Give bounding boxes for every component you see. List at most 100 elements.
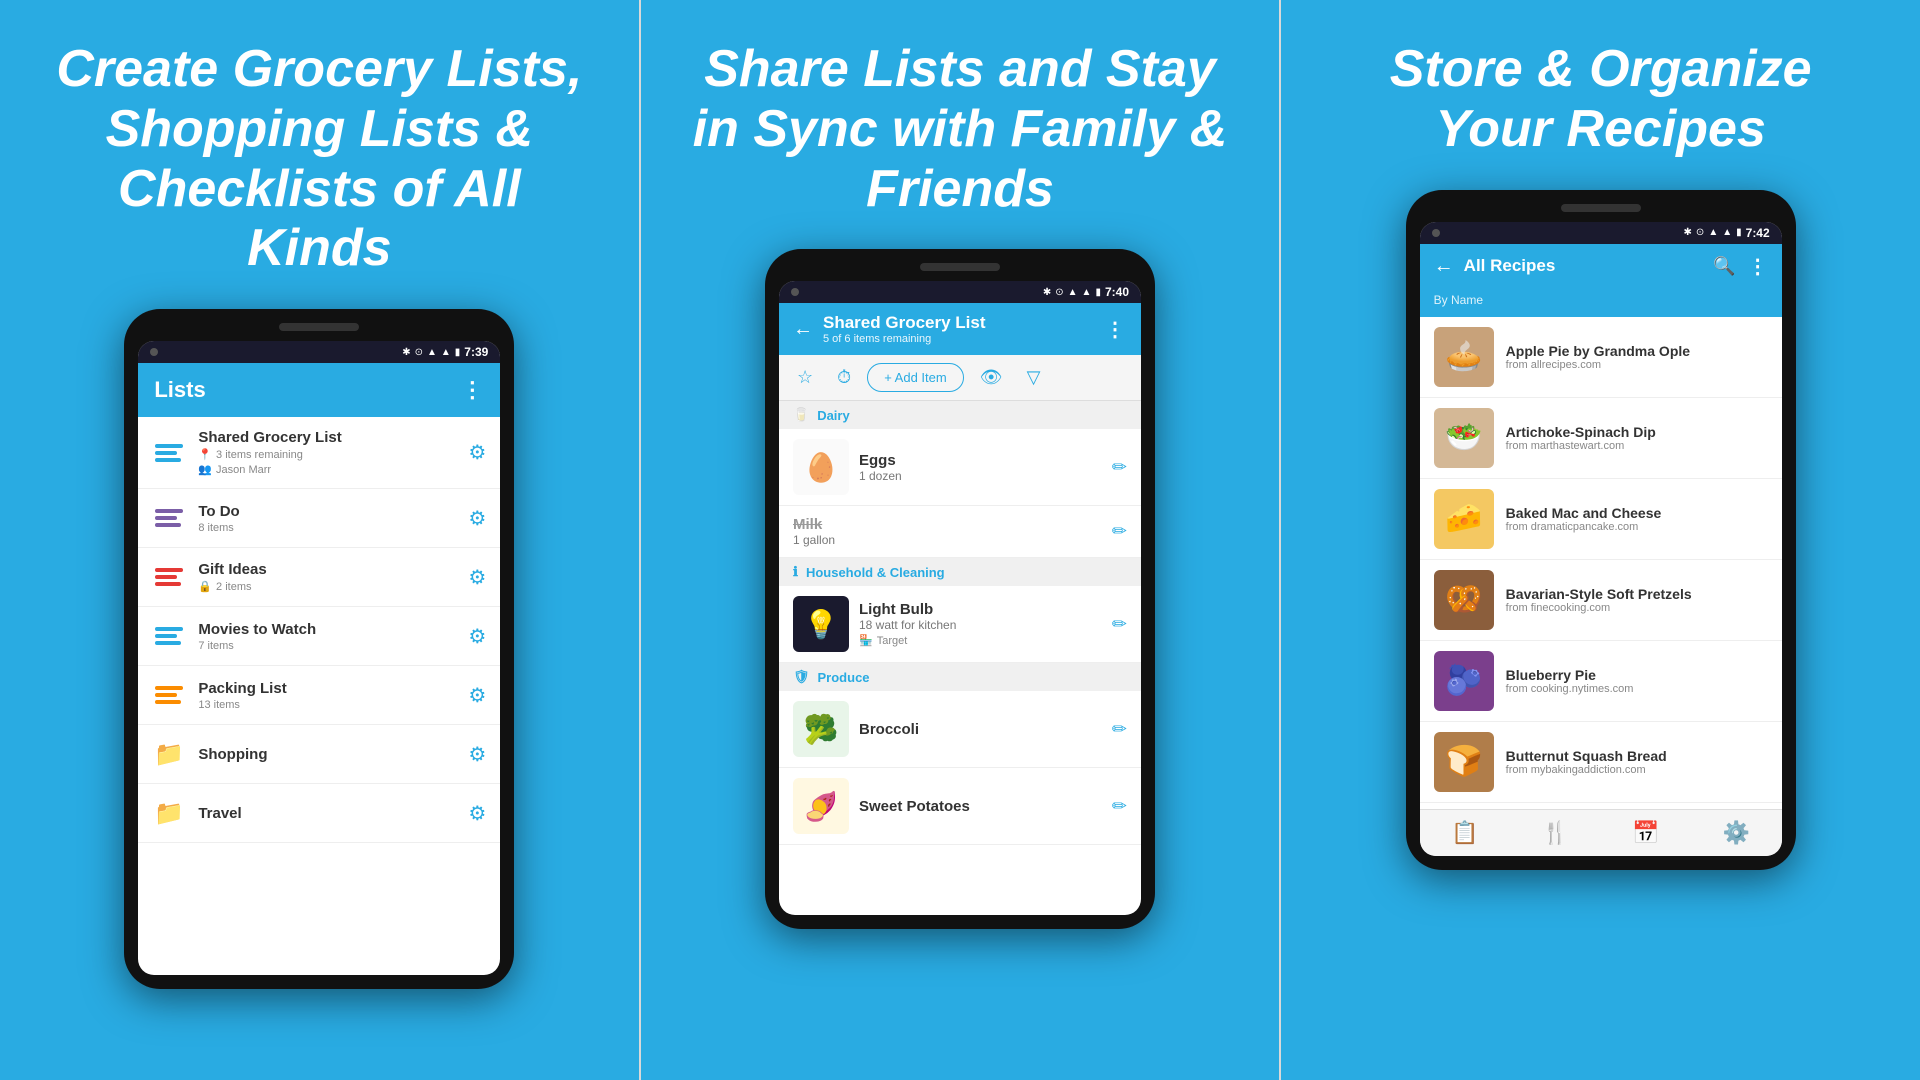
artichoke-thumb: 🥗 (1434, 408, 1494, 468)
gear-icon-shopping[interactable]: ⚙ (468, 742, 486, 767)
nav-recipes[interactable]: 🍴 (1542, 820, 1569, 846)
gear-icon-gift[interactable]: ⚙ (468, 565, 486, 590)
dairy-icon: 🥛 (793, 407, 809, 423)
title-block-3: All Recipes (1464, 256, 1714, 276)
list-item[interactable]: Packing List 13 items ⚙ (138, 666, 500, 725)
history-button[interactable]: ⏱ (829, 363, 859, 392)
user-icon: 👥 (198, 463, 212, 476)
gear-icon-shared-grocery[interactable]: ⚙ (468, 440, 486, 465)
bulb-edit-icon[interactable]: ✏ (1112, 614, 1127, 635)
status-icons-3: ✱ ⊙ ▲ ▲ ▮ 7:42 (1684, 226, 1770, 240)
apple-pie-name: Apple Pie by Grandma Ople (1506, 343, 1690, 359)
store-icon: 🏪 (859, 634, 873, 647)
wifi-icon-2: ▲ (1068, 287, 1078, 298)
mac-thumb: 🧀 (1434, 489, 1494, 549)
recipe-item-artichoke[interactable]: 🥗 Artichoke-Spinach Dip from marthastewa… (1420, 398, 1782, 479)
shared-grocery-title: Shared Grocery List (823, 313, 1105, 333)
recipe-item-apple-pie[interactable]: 🥧 Apple Pie by Grandma Ople from allreci… (1420, 317, 1782, 398)
recipe-subheader: By Name (1420, 289, 1782, 317)
potato-edit-icon[interactable]: ✏ (1112, 796, 1127, 817)
add-item-button[interactable]: + Add Item (867, 363, 964, 392)
gear-icon-movies[interactable]: ⚙ (468, 624, 486, 649)
list-item[interactable]: 📁 Shopping ⚙ (138, 725, 500, 784)
filter-button[interactable]: ▽ (1019, 363, 1049, 392)
shopping-item-potato[interactable]: 🍠 Sweet Potatoes ✏ (779, 768, 1141, 845)
signal-icon-3: ▲ (1722, 227, 1732, 238)
more-icon-2[interactable]: ⋮ (1105, 317, 1127, 342)
squash-source: from mybakingaddiction.com (1506, 764, 1667, 776)
list-icon-packing (152, 678, 186, 712)
gear-icon-travel[interactable]: ⚙ (468, 801, 486, 826)
recipe-item-squash[interactable]: 🍞 Butternut Squash Bread from mybakingad… (1420, 722, 1782, 803)
bulb-details: Light Bulb 18 watt for kitchen 🏪 Target (859, 601, 1102, 647)
phone-screen-1: ✱ ⊙ ▲ ▲ ▮ 7:39 Lists ⋮ (138, 341, 500, 975)
panel-2-heading: Share Lists and Stay in Sync with Family… (641, 0, 1280, 249)
list-item[interactable]: 📁 Travel ⚙ (138, 784, 500, 843)
blueberry-source: from cooking.nytimes.com (1506, 683, 1634, 695)
shopping-item-bulb[interactable]: 💡 Light Bulb 18 watt for kitchen 🏪 Targe… (779, 586, 1141, 663)
search-icon-recipes[interactable]: 🔍 (1713, 256, 1735, 277)
bottom-nav: 📋 🍴 📅 ⚙️ (1420, 809, 1782, 856)
household-icon: ℹ (793, 564, 798, 580)
shopping-item-broccoli[interactable]: 🥦 Broccoli ✏ (779, 691, 1141, 768)
list-meta-packing: 13 items (198, 699, 468, 711)
more-icon-3[interactable]: ⋮ (1748, 254, 1768, 279)
list-meta-movies: 7 items (198, 640, 468, 652)
list-item[interactable]: Gift Ideas 🔒 2 items ⚙ (138, 548, 500, 607)
recipe-item-blueberry[interactable]: 🫐 Blueberry Pie from cooking.nytimes.com (1420, 641, 1782, 722)
lists-more-icon[interactable]: ⋮ (461, 377, 484, 403)
potato-details: Sweet Potatoes (859, 798, 1102, 815)
back-button-3[interactable]: ← (1434, 255, 1454, 278)
list-item[interactable]: To Do 8 items ⚙ (138, 489, 500, 548)
battery-icon-2: ▮ (1095, 287, 1101, 298)
back-button[interactable]: ← (793, 318, 813, 341)
nav-calendar-icon: 📅 (1632, 820, 1659, 846)
list-item[interactable]: Shared Grocery List 📍 3 items remaining … (138, 417, 500, 489)
gear-icon-packing[interactable]: ⚙ (468, 683, 486, 708)
lock-icon: 🔒 (198, 580, 212, 593)
status-bar-3: ✱ ⊙ ▲ ▲ ▮ 7:42 (1420, 222, 1782, 244)
nav-settings[interactable]: ⚙️ (1723, 820, 1750, 846)
status-bar-2: ✱ ⊙ ▲ ▲ ▮ 7:40 (779, 281, 1141, 303)
artichoke-source: from marthastewart.com (1506, 440, 1656, 452)
status-icons-2: ✱ ⊙ ▲ ▲ ▮ 7:40 (1043, 285, 1129, 299)
battery-icon: ▮ (455, 347, 461, 358)
list-info-gift: Gift Ideas 🔒 2 items (198, 561, 468, 593)
list-name-travel: Travel (198, 805, 468, 822)
phone-frame-2: ✱ ⊙ ▲ ▲ ▮ 7:40 ← Shared Grocery List 5 o… (765, 249, 1155, 929)
list-info-travel: Travel (198, 805, 468, 822)
nav-calendar[interactable]: 📅 (1632, 820, 1659, 846)
nav-lists[interactable]: 📋 (1451, 820, 1478, 846)
eggs-name: Eggs (859, 452, 1102, 469)
shopping-item-eggs[interactable]: 🥚 Eggs 1 dozen ✏ (779, 429, 1141, 506)
recipe-item-mac[interactable]: 🧀 Baked Mac and Cheese from dramaticpanc… (1420, 479, 1782, 560)
potato-name: Sweet Potatoes (859, 798, 1102, 815)
list-icon-movies (152, 619, 186, 653)
panel-3: Store & Organize Your Recipes ✱ ⊙ ▲ ▲ ▮ … (1281, 0, 1920, 1080)
gear-icon-todo[interactable]: ⚙ (468, 506, 486, 531)
pin-icon: 📍 (198, 448, 212, 461)
artichoke-name: Artichoke-Spinach Dip (1506, 424, 1656, 440)
recipe-item-pretzels[interactable]: 🥨 Bavarian-Style Soft Pretzels from fine… (1420, 560, 1782, 641)
broccoli-edit-icon[interactable]: ✏ (1112, 719, 1127, 740)
list-item[interactable]: Movies to Watch 7 items ⚙ (138, 607, 500, 666)
list-name-packing: Packing List (198, 680, 468, 697)
shared-grocery-sub: 5 of 6 items remaining (823, 333, 1105, 345)
list-info-shopping: Shopping (198, 746, 468, 763)
eggs-edit-icon[interactable]: ✏ (1112, 457, 1127, 478)
nav-settings-icon: ⚙️ (1723, 820, 1750, 846)
broccoli-name: Broccoli (859, 721, 1102, 738)
potato-thumb: 🍠 (793, 778, 849, 834)
list-info-shared-grocery: Shared Grocery List 📍 3 items remaining … (198, 429, 468, 476)
milk-edit-icon[interactable]: ✏ (1112, 521, 1127, 542)
eye-button[interactable]: 👁 (972, 363, 1011, 392)
bluetooth-icon-2: ✱ (1043, 287, 1051, 298)
phone-screen-2: ✱ ⊙ ▲ ▲ ▮ 7:40 ← Shared Grocery List 5 o… (779, 281, 1141, 915)
produce-icon: 🛡 (793, 669, 810, 685)
panel-1: Create Grocery Lists, Shopping Lists & C… (0, 0, 639, 1080)
shopping-item-milk[interactable]: Milk 1 gallon ✏ (779, 506, 1141, 558)
panel-3-heading: Store & Organize Your Recipes (1281, 0, 1920, 190)
action-bar-2: ☆ ⏱ + Add Item 👁 ▽ (779, 355, 1141, 401)
star-button[interactable]: ☆ (789, 363, 821, 392)
bluetooth-icon: ✱ (402, 347, 410, 358)
